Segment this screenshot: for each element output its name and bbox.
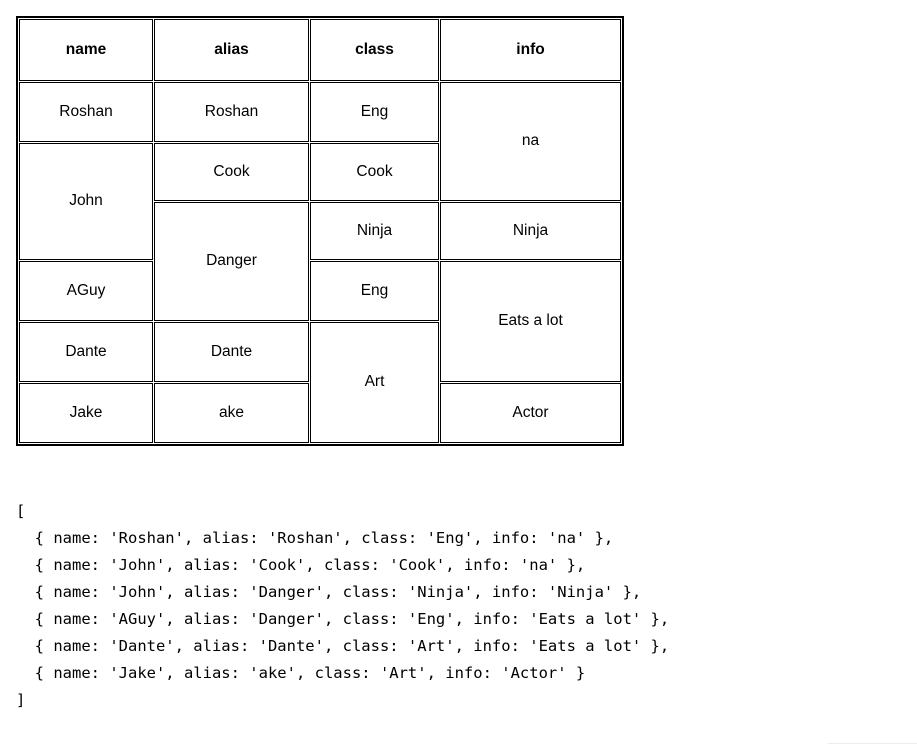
cell-class-art: Art [310, 322, 439, 443]
merged-table-container: name alias class info Roshan Roshan Eng … [16, 16, 624, 446]
cell-class-eng2: Eng [310, 261, 439, 321]
source-data-code-block: [ { name: 'Roshan', alias: 'Roshan', cla… [16, 502, 670, 709]
cell-class-eng: Eng [310, 82, 439, 142]
cell-info-na: na [440, 82, 621, 201]
cell-name-dante: Dante [19, 322, 153, 382]
cell-info-actor: Actor [440, 383, 621, 443]
cell-name-roshan: Roshan [19, 82, 153, 142]
cell-name-john: John [19, 143, 153, 260]
table-header: name alias class info [19, 19, 621, 81]
table-row: Roshan Roshan Eng na [19, 82, 621, 201]
column-header-info: info [440, 19, 621, 81]
cell-alias-dante: Dante [154, 322, 309, 382]
cell-alias-ake: ake [154, 383, 309, 443]
header-row: name alias class info [19, 19, 621, 81]
table-body: Roshan Roshan Eng na John Cook Cook Dang… [19, 82, 621, 443]
cell-class-ninja: Ninja [310, 202, 439, 260]
cell-class-cook: Cook [310, 143, 439, 201]
cell-name-jake: Jake [19, 383, 153, 443]
merged-cells-table: name alias class info Roshan Roshan Eng … [16, 16, 624, 446]
table-row: AGuy Eng Eats a lot [19, 261, 621, 382]
column-header-alias: alias [154, 19, 309, 81]
cell-name-aguy: AGuy [19, 261, 153, 321]
cell-alias-roshan: Roshan [154, 82, 309, 142]
bottom-right-divider [828, 743, 917, 744]
cell-info-ninja: Ninja [440, 202, 621, 260]
column-header-name: name [19, 19, 153, 81]
column-header-class: class [310, 19, 439, 81]
cell-alias-danger: Danger [154, 202, 309, 321]
cell-alias-cook: Cook [154, 143, 309, 201]
cell-info-eats-a-lot: Eats a lot [440, 261, 621, 382]
